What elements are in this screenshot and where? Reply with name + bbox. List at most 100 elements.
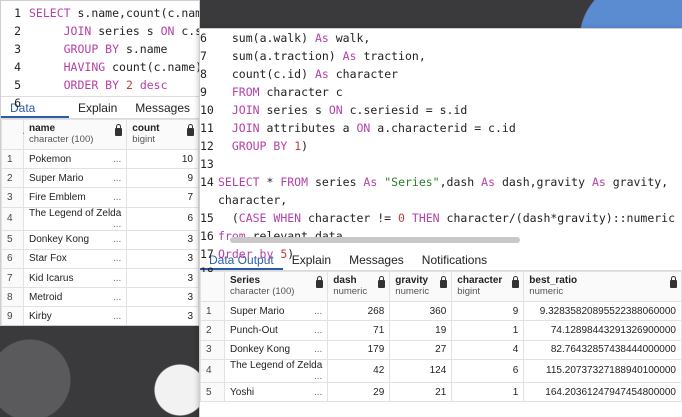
code-line[interactable]: 7 sum(a.traction) As traction,: [200, 47, 682, 65]
code-line[interactable]: 1 SELECT s.name,count(c.name) FROM charac…: [1, 4, 199, 22]
table-row[interactable]: 4 The Legend of Zelda... 6: [1, 206, 199, 231]
code-line[interactable]: 6: [1, 94, 199, 112]
table-row[interactable]: 6 Star Fox... 3: [1, 248, 199, 269]
table-cell[interactable]: 71: [327, 320, 391, 341]
table-cell[interactable]: 82.76432857438444000000: [523, 339, 682, 360]
cell-expand-icon[interactable]: ...: [113, 292, 121, 303]
table-cell[interactable]: Yoshi...: [223, 381, 329, 403]
table-cell[interactable]: 9.32835820895522388060000: [523, 300, 682, 322]
column-header-count[interactable]: count bigint: [126, 119, 199, 150]
cell-expand-icon[interactable]: ...: [314, 344, 322, 355]
code-line[interactable]: character,: [200, 191, 682, 209]
table-row[interactable]: 9 Kirby... 3: [1, 306, 199, 325]
table-cell[interactable]: 124: [389, 358, 453, 383]
table-cell[interactable]: 1: [451, 320, 525, 341]
column-header-gravity[interactable]: gravity numeric: [389, 271, 453, 302]
table-cell[interactable]: Kid Icarus...: [22, 267, 128, 289]
column-header-character[interactable]: character bigint: [451, 271, 525, 302]
code-line[interactable]: 17 Order by 5): [200, 245, 682, 263]
table-cell[interactable]: 1: [451, 381, 525, 403]
table-cell[interactable]: Kirby...: [22, 306, 128, 325]
table-row[interactable]: 3 Fire Emblem... 7: [1, 187, 199, 208]
table-cell[interactable]: 9: [451, 300, 525, 322]
table-cell[interactable]: 27: [389, 339, 453, 360]
table-cell[interactable]: 29: [327, 381, 391, 403]
code-line[interactable]: 8 count(c.id) As character: [200, 65, 682, 83]
table-cell[interactable]: Metroid...: [22, 287, 128, 308]
code-line[interactable]: 4 HAVING count(c.name): [1, 58, 199, 76]
cell-expand-icon[interactable]: ...: [314, 371, 322, 382]
cell-expand-icon[interactable]: ...: [314, 306, 322, 317]
table-cell[interactable]: Donkey Kong...: [22, 229, 128, 250]
table-cell[interactable]: 7: [126, 187, 199, 208]
cell-expand-icon[interactable]: ...: [314, 387, 322, 398]
table-cell[interactable]: 19: [389, 320, 453, 341]
cell-expand-icon[interactable]: ...: [113, 219, 121, 230]
table-cell[interactable]: 3: [126, 306, 199, 325]
sql-editor-front[interactable]: 6 sum(a.walk) As walk, 7 sum(a.traction) …: [200, 29, 682, 297]
cell-expand-icon[interactable]: ...: [113, 154, 121, 165]
table-cell[interactable]: 6: [126, 206, 199, 231]
table-cell[interactable]: 360: [389, 300, 453, 322]
table-cell[interactable]: Donkey Kong...: [223, 339, 329, 360]
code-line[interactable]: 9 FROM character c: [200, 83, 682, 101]
table-cell[interactable]: 42: [327, 358, 391, 383]
code-line[interactable]: 3 GROUP BY s.name: [1, 40, 199, 58]
table-row[interactable]: 5 Yoshi... 29 21 1 164.20361247947454800000: [200, 381, 682, 403]
cell-expand-icon[interactable]: ...: [113, 311, 121, 322]
code-line[interactable]: 14 SELECT * FROM series As "Series",dash …: [200, 173, 682, 191]
code-line[interactable]: 15 (CASE WHEN character != 0 THEN charac…: [200, 209, 682, 227]
table-row[interactable]: 4 The Legend of Zelda... 42 124 6 115.2073732…: [200, 358, 682, 383]
cell-expand-icon[interactable]: ...: [113, 234, 121, 245]
table-cell[interactable]: 3: [126, 267, 199, 289]
column-header-series[interactable]: Series character (100): [223, 271, 329, 302]
table-row[interactable]: 2 Super Mario... 9: [1, 168, 199, 189]
code-line[interactable]: 10 JOIN series s ON c.seriesid = s.id: [200, 101, 682, 119]
table-row[interactable]: 5 Donkey Kong... 3: [1, 229, 199, 250]
table-cell[interactable]: The Legend of Zelda...: [22, 206, 128, 231]
sql-editor-back[interactable]: 1 SELECT s.name,count(c.name) FROM charac…: [1, 1, 199, 110]
table-cell[interactable]: 115.20737327188940100000: [523, 358, 682, 383]
table-cell[interactable]: Punch-Out...: [223, 320, 329, 341]
code-line[interactable]: 11 JOIN attributes a ON a.characterid = …: [200, 119, 682, 137]
table-cell[interactable]: Pokemon...: [22, 148, 128, 170]
table-cell[interactable]: 10: [126, 148, 199, 170]
column-header-name[interactable]: name character (100): [22, 119, 128, 150]
cell-expand-icon[interactable]: ...: [113, 173, 121, 184]
table-cell[interactable]: 179: [327, 339, 391, 360]
horizontal-scrollbar[interactable]: [230, 237, 520, 243]
cell-expand-icon[interactable]: ...: [113, 253, 121, 264]
code-line[interactable]: 12 GROUP BY 1): [200, 137, 682, 155]
table-cell[interactable]: 74.12898443291326900000: [523, 320, 682, 341]
table-cell[interactable]: Super Mario...: [22, 168, 128, 189]
code-line[interactable]: 5 ORDER BY 2 desc: [1, 76, 199, 94]
cell-expand-icon[interactable]: ...: [113, 273, 121, 284]
table-cell[interactable]: 6: [451, 358, 525, 383]
cell-expand-icon[interactable]: ...: [113, 192, 121, 203]
table-cell[interactable]: Star Fox...: [22, 248, 128, 269]
table-row[interactable]: 1 Super Mario... 268 360 9 9.3283582089552238…: [200, 300, 682, 322]
code-line[interactable]: 2 JOIN series s ON c.se: [1, 22, 199, 40]
table-row[interactable]: 8 Metroid... 3: [1, 287, 199, 308]
table-cell[interactable]: 164.20361247947454800000: [523, 381, 682, 403]
code-line[interactable]: 6 sum(a.walk) As walk,: [200, 29, 682, 47]
table-cell[interactable]: 3: [126, 287, 199, 308]
code-line[interactable]: 13: [200, 155, 682, 173]
table-cell[interactable]: The Legend of Zelda...: [223, 358, 329, 383]
table-row[interactable]: 7 Kid Icarus... 3: [1, 267, 199, 289]
table-cell[interactable]: Super Mario...: [223, 300, 329, 322]
table-cell[interactable]: 3: [126, 229, 199, 250]
table-row[interactable]: 2 Punch-Out... 71 19 1 74.1289844329132690000…: [200, 320, 682, 341]
column-header-dash[interactable]: dash numeric: [327, 271, 391, 302]
table-cell[interactable]: 21: [389, 381, 453, 403]
column-header-best-ratio[interactable]: best_ratio numeric: [523, 271, 682, 302]
table-row[interactable]: 1 Pokemon... 10: [1, 148, 199, 170]
cell-expand-icon[interactable]: ...: [314, 325, 322, 336]
table-cell[interactable]: 9: [126, 168, 199, 189]
table-cell[interactable]: Fire Emblem...: [22, 187, 128, 208]
table-row[interactable]: 3 Donkey Kong... 179 27 4 82.7643285743844400…: [200, 339, 682, 360]
table-cell[interactable]: 4: [451, 339, 525, 360]
table-cell[interactable]: 3: [126, 248, 199, 269]
table-cell[interactable]: 268: [327, 300, 391, 322]
line-number: 17: [200, 247, 214, 261]
